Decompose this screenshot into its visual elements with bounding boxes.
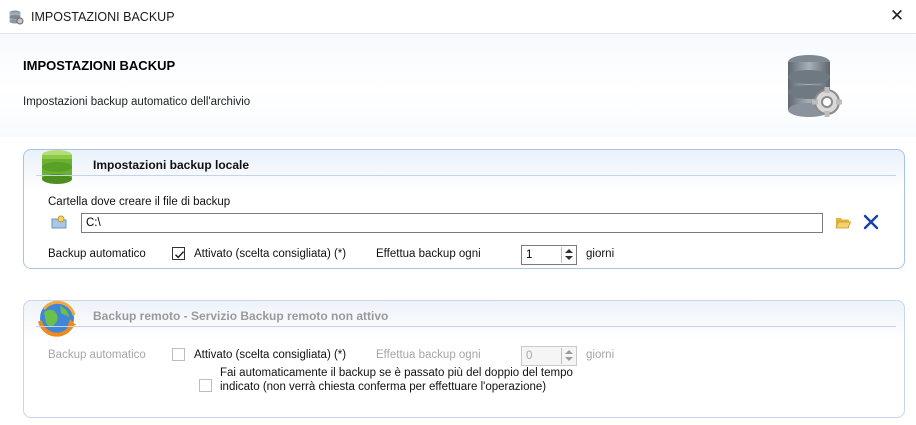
stepper-down-icon[interactable] xyxy=(565,357,573,361)
remote-days-value: 0 xyxy=(526,350,533,362)
dialog-header: IMPOSTAZIONI BACKUP Impostazioni backup … xyxy=(0,33,916,137)
stepper-down-icon[interactable] xyxy=(565,256,573,260)
remote-backup-title: Backup remoto - Servizio Backup remoto n… xyxy=(93,309,389,323)
local-every-label: Effettua backup ogni xyxy=(376,248,481,260)
stepper-up-icon[interactable] xyxy=(565,249,573,253)
clear-icon[interactable] xyxy=(863,214,879,230)
local-backup-title: Impostazioni backup locale xyxy=(93,158,250,172)
remote-backup-group: Backup remoto - Servizio Backup remoto n… xyxy=(23,300,905,418)
local-backup-group: Impostazioni backup locale Cartella dove… xyxy=(23,149,905,269)
window-title: IMPOSTAZIONI BACKUP xyxy=(31,10,175,24)
group-divider xyxy=(36,175,896,176)
backup-folder-input[interactable]: C:\ xyxy=(81,213,823,233)
stepper-up-icon[interactable] xyxy=(565,350,573,354)
remote-days-stepper[interactable]: 0 xyxy=(521,346,577,366)
remote-enabled-checkbox[interactable] xyxy=(172,348,185,361)
dialog-content: Impostazioni backup locale Cartella dove… xyxy=(0,137,916,425)
stepper-buttons[interactable] xyxy=(561,247,575,263)
title-bar: IMPOSTAZIONI BACKUP ✕ xyxy=(0,0,916,33)
double-time-line1: Fai automaticamente il backup se è passa… xyxy=(220,367,573,379)
header-title: IMPOSTAZIONI BACKUP xyxy=(23,58,176,73)
database-icon xyxy=(9,10,24,25)
globe-sync-icon xyxy=(38,300,76,337)
local-days-stepper[interactable]: 1 xyxy=(521,245,577,265)
folder-label: Cartella dove creare il file di backup xyxy=(48,196,231,208)
header-subtitle: Impostazioni backup automatico dell'arch… xyxy=(23,96,251,108)
local-auto-label: Backup automatico xyxy=(48,248,146,260)
remote-every-label: Effettua backup ogni xyxy=(376,349,481,361)
local-days-value: 1 xyxy=(526,249,533,261)
remote-auto-label: Backup automatico xyxy=(48,349,146,361)
double-time-checkbox[interactable] xyxy=(199,379,212,392)
remote-days-unit: giorni xyxy=(586,349,615,361)
database-gear-icon xyxy=(788,55,842,117)
local-enabled-label: Attivato (scelta consigliata) (*) xyxy=(194,248,347,260)
local-days-unit: giorni xyxy=(586,248,615,260)
local-enabled-checkbox[interactable] xyxy=(172,247,185,260)
stepper-buttons[interactable] xyxy=(561,348,575,364)
open-folder-icon[interactable] xyxy=(835,216,851,230)
folder-tree-icon xyxy=(51,215,67,229)
double-time-line2: indicato (non verrà chiesta conferma per… xyxy=(220,381,547,393)
group-divider xyxy=(36,326,896,327)
close-icon[interactable]: ✕ xyxy=(884,4,910,28)
database-green-icon xyxy=(42,150,72,184)
remote-enabled-label: Attivato (scelta consigliata) (*) xyxy=(194,349,347,361)
check-icon xyxy=(175,251,185,259)
